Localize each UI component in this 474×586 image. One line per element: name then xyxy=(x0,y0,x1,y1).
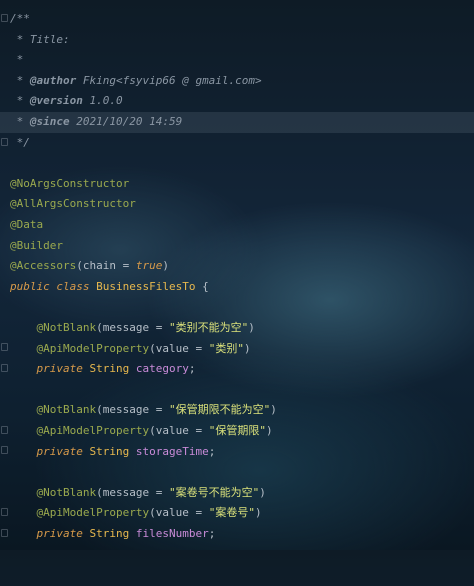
code-line[interactable]: @NotBlank(message = "案卷号不能为空") xyxy=(0,483,474,504)
code-line[interactable]: * Title: xyxy=(0,30,474,51)
field-name: storageTime xyxy=(135,444,209,458)
notblank-annotation: @NotBlank xyxy=(36,485,97,499)
code-line[interactable]: @Builder xyxy=(0,236,474,257)
code-editor[interactable]: /** * Title: * * @author Fking<fsyvip66 … xyxy=(0,0,474,550)
code-line[interactable]: @NotBlank(message = "类别不能为空") xyxy=(0,318,474,339)
args-open: (message = xyxy=(96,485,169,499)
args-open: (message = xyxy=(96,403,169,417)
class-keyword: class xyxy=(56,279,90,293)
annotation-all-args-constructor: @AllArgsConstructor xyxy=(10,197,136,211)
code-line[interactable]: private String category; xyxy=(0,359,474,380)
author-value: Fking<fsyvip66 @ gmail.com> xyxy=(76,73,262,87)
args-close: ) xyxy=(248,321,255,334)
notblank-annotation: @NotBlank xyxy=(36,403,97,417)
code-line-current[interactable]: * @since 2021/10/20 14:59 xyxy=(0,112,474,133)
semicolon: ; xyxy=(208,444,216,458)
public-keyword: public xyxy=(10,279,50,293)
code-line[interactable]: public class BusinessFilesTo { xyxy=(0,277,474,298)
field-name: category xyxy=(135,362,189,376)
field-type: String xyxy=(89,444,130,458)
code-line[interactable]: @ApiModelProperty(value = "类别") xyxy=(0,339,474,360)
message-string: "保管期限不能为空" xyxy=(168,403,271,417)
args-close: ) xyxy=(265,424,273,437)
value-string: "保管期限" xyxy=(208,424,266,437)
comment-prefix: * xyxy=(10,94,30,108)
api-model-property-annotation: @ApiModelProperty xyxy=(36,341,150,355)
comment-close: */ xyxy=(10,135,30,149)
author-tag: @author xyxy=(29,73,77,87)
annotation-no-args-constructor: @NoArgsConstructor xyxy=(10,176,130,190)
api-model-property-annotation: @ApiModelProperty xyxy=(36,424,150,437)
accessors-args-open: (chain = xyxy=(76,259,136,273)
args-close: ) xyxy=(259,485,266,499)
args-close: ) xyxy=(243,341,251,355)
version-value: 1.0.0 xyxy=(82,94,123,108)
field-name: filesNumber xyxy=(135,527,209,540)
code-line[interactable]: @NotBlank(message = "保管期限不能为空") xyxy=(0,400,474,421)
message-string: "案卷号不能为空" xyxy=(168,485,260,499)
code-line[interactable]: private String filesNumber; xyxy=(0,524,474,545)
notblank-annotation: @NotBlank xyxy=(36,321,97,334)
code-line[interactable]: @AllArgsConstructor xyxy=(0,194,474,215)
args-close: ) xyxy=(270,403,277,417)
code-line[interactable]: @Data xyxy=(0,215,474,236)
class-name: BusinessFilesTo xyxy=(96,279,196,293)
code-line[interactable]: */ xyxy=(0,133,474,154)
code-line[interactable]: * @author Fking<fsyvip66 @ gmail.com> xyxy=(0,71,474,92)
args-open: (value = xyxy=(149,424,209,437)
args-close: ) xyxy=(254,506,262,520)
semicolon: ; xyxy=(208,527,216,540)
semicolon: ; xyxy=(188,362,196,376)
code-line[interactable]: @ApiModelProperty(value = "保管期限") xyxy=(0,421,474,442)
args-open: (value = xyxy=(149,506,209,520)
accessors-chain-value: true xyxy=(135,259,163,273)
code-line[interactable]: private String storageTime; xyxy=(0,442,474,463)
code-line[interactable]: @NoArgsConstructor xyxy=(0,174,474,195)
annotation-accessors: @Accessors xyxy=(10,259,77,273)
private-keyword: private xyxy=(36,527,83,540)
accessors-args-close: ) xyxy=(162,259,169,273)
value-string: "类别" xyxy=(208,341,244,355)
annotation-builder: @Builder xyxy=(10,238,63,252)
code-line[interactable]: * xyxy=(0,50,474,71)
version-tag: @version xyxy=(29,94,83,108)
field-type: String xyxy=(89,362,130,376)
comment-open: /** xyxy=(10,12,30,25)
comment-empty: * xyxy=(10,53,24,67)
private-keyword: private xyxy=(36,362,83,376)
annotation-data: @Data xyxy=(10,218,44,231)
code-line[interactable]: * @version 1.0.0 xyxy=(0,91,474,112)
code-line[interactable]: @ApiModelProperty(value = "案卷号") xyxy=(0,503,474,524)
value-string: "案卷号" xyxy=(208,506,255,520)
args-open: (value = xyxy=(149,341,209,355)
message-string: "类别不能为空" xyxy=(168,321,249,334)
comment-prefix: * xyxy=(10,115,30,128)
args-open: (message = xyxy=(96,321,169,334)
code-line[interactable]: @Accessors(chain = true) xyxy=(0,256,474,277)
field-type: String xyxy=(89,527,130,540)
code-line[interactable]: /** xyxy=(0,9,474,30)
since-tag: @since xyxy=(29,115,70,128)
comment-title: * Title: xyxy=(10,32,70,46)
private-keyword: private xyxy=(36,444,83,458)
comment-prefix: * xyxy=(10,73,30,87)
since-value: 2021/10/20 14:59 xyxy=(69,115,183,128)
api-model-property-annotation: @ApiModelProperty xyxy=(36,506,150,520)
class-brace: { xyxy=(195,279,209,293)
